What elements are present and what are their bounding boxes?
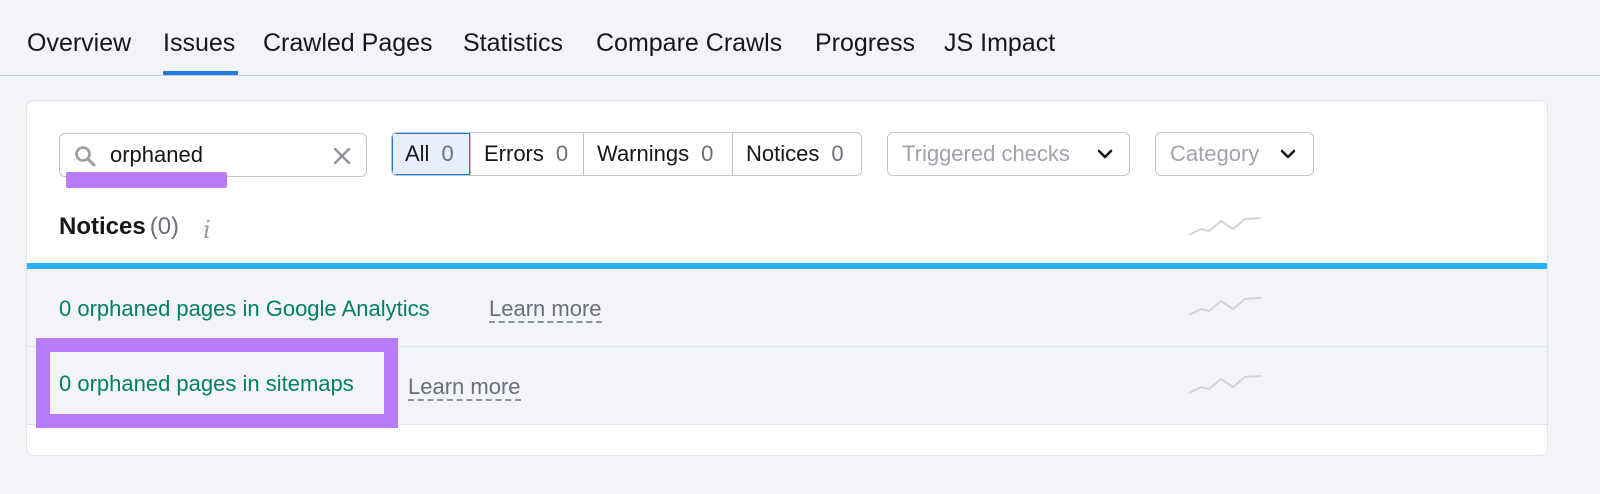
notices-count: (0) — [149, 213, 180, 240]
filter-errors[interactable]: Errors 0 — [471, 133, 584, 175]
trend-sparkline-icon — [1188, 217, 1262, 236]
dropdown-label: Category — [1170, 141, 1260, 166]
tab-js-impact[interactable]: JS Impact — [944, 28, 1055, 58]
chevron-down-icon — [1280, 149, 1296, 159]
learn-more-link[interactable]: Learn more — [489, 297, 602, 323]
issue-title-link[interactable]: 0 orphaned pages in sitemaps — [59, 371, 354, 397]
trend-sparkline-icon — [1188, 297, 1262, 316]
filter-warnings[interactable]: Warnings 0 — [584, 133, 733, 175]
filter-label: Warnings — [597, 141, 690, 166]
trend-sparkline-icon — [1188, 375, 1262, 394]
issue-type-filter: All 0 Errors 0 Warnings 0 Notices 0 — [391, 132, 862, 176]
row-highlight-box: 0 orphaned pages in sitemaps — [36, 338, 398, 428]
filter-count: 0 — [441, 141, 454, 166]
notices-heading: Notices (0) — [59, 213, 179, 241]
filter-count: 0 — [555, 141, 569, 166]
issues-card: All 0 Errors 0 Warnings 0 Notices 0 Trig… — [26, 100, 1548, 456]
filter-count: 0 — [831, 141, 844, 166]
tab-progress[interactable]: Progress — [815, 28, 915, 58]
tab-crawled-pages[interactable]: Crawled Pages — [263, 28, 433, 58]
issue-row: 0 orphaned pages in Google Analytics Lea… — [27, 269, 1547, 347]
tab-bar: Overview Issues Crawled Pages Statistics… — [0, 0, 1600, 76]
tab-overview[interactable]: Overview — [27, 28, 131, 58]
notices-title: Notices — [59, 213, 146, 240]
dropdown-label: Triggered checks — [902, 141, 1070, 166]
tab-statistics[interactable]: Statistics — [463, 28, 563, 58]
search-icon — [75, 146, 96, 167]
close-icon[interactable] — [331, 145, 353, 167]
filter-label: All — [405, 141, 430, 166]
filter-notices[interactable]: Notices 0 — [733, 133, 861, 175]
chevron-down-icon — [1097, 149, 1113, 159]
filter-all[interactable]: All 0 — [392, 133, 471, 175]
filter-count: 0 — [701, 141, 714, 166]
triggered-checks-dropdown[interactable]: Triggered checks — [887, 132, 1130, 176]
learn-more-link[interactable]: Learn more — [408, 375, 521, 401]
search-input[interactable] — [110, 140, 320, 170]
tab-issues[interactable]: Issues — [163, 28, 235, 58]
tab-compare-crawls[interactable]: Compare Crawls — [596, 28, 782, 58]
search-highlight-marker — [66, 172, 227, 188]
category-dropdown[interactable]: Category — [1155, 132, 1314, 176]
issue-title-link[interactable]: 0 orphaned pages in Google Analytics — [59, 296, 430, 322]
filter-label: Notices — [746, 141, 820, 166]
active-tab-indicator — [163, 71, 238, 75]
search-box[interactable] — [59, 133, 367, 177]
filter-label: Errors — [484, 141, 544, 166]
info-icon[interactable]: i — [203, 216, 211, 244]
